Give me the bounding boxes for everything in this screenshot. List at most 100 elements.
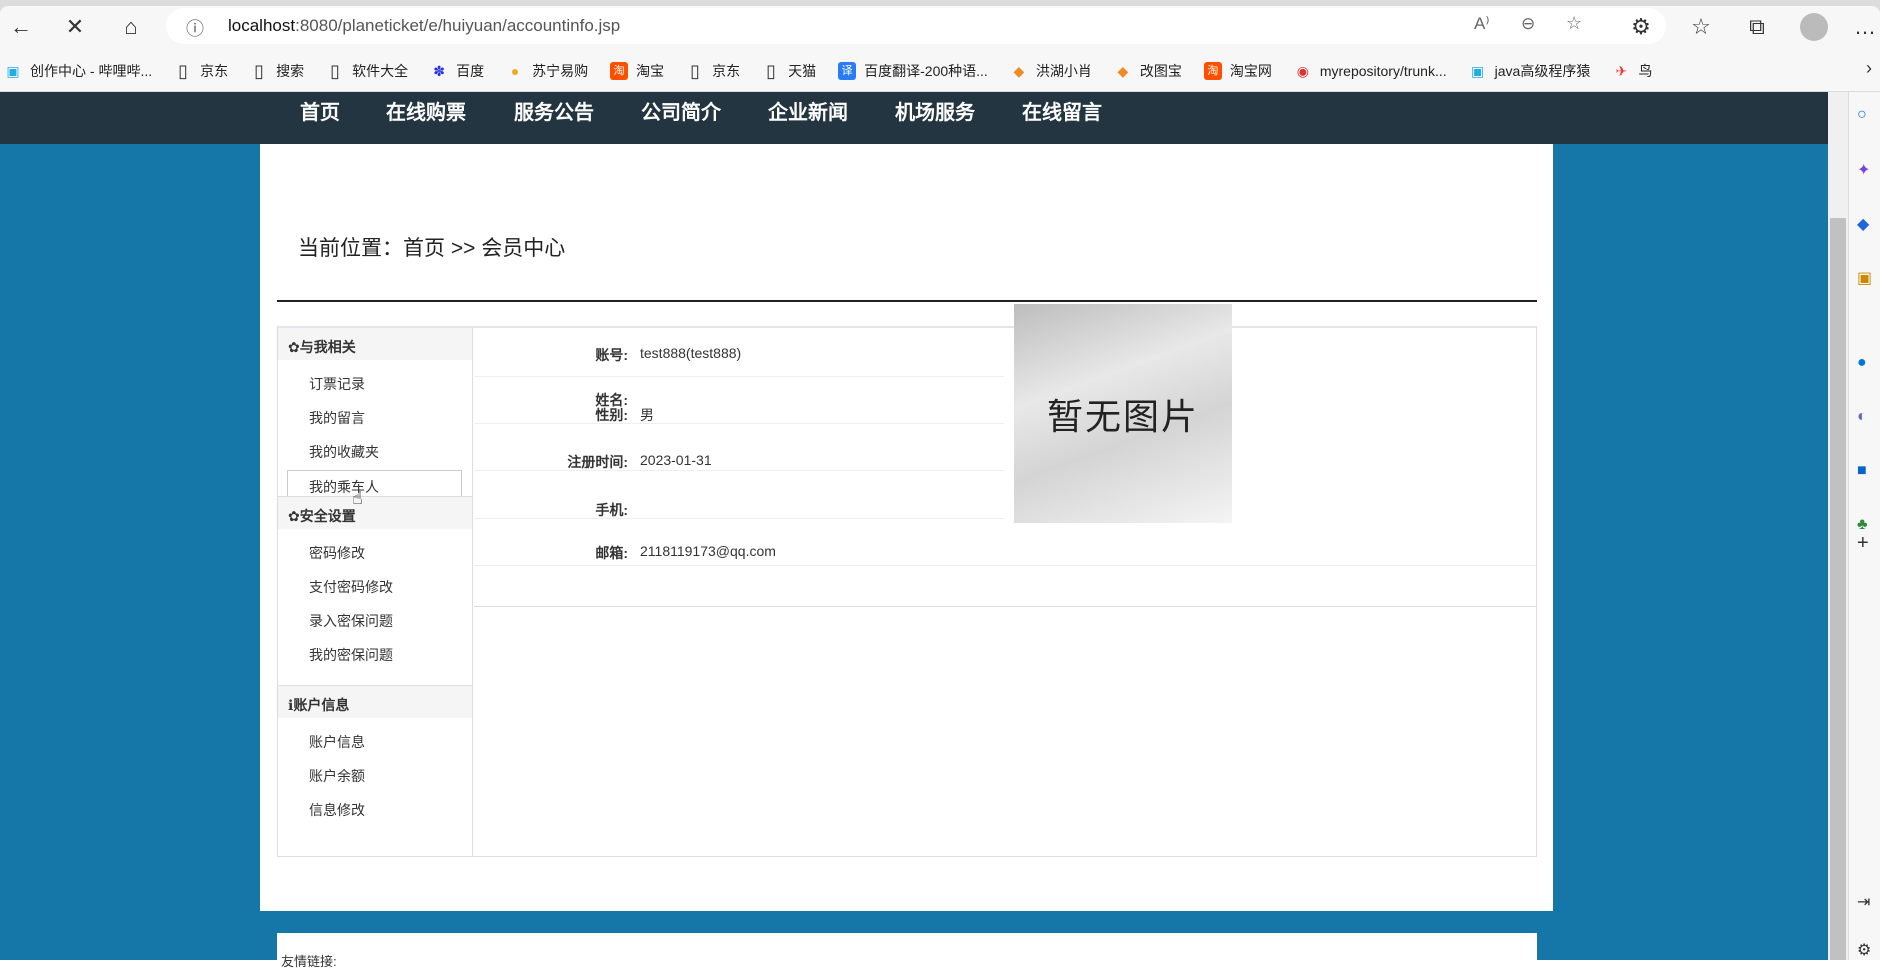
- bookmark-label: 京东: [712, 62, 741, 79]
- sidebar-item[interactable]: 密码修改: [309, 543, 365, 563]
- nav-item[interactable]: 在线留言: [1022, 96, 1102, 125]
- bookmark-item[interactable]: 淘淘宝: [610, 61, 664, 81]
- bookmark-item[interactable]: ▯ 软件大全: [326, 61, 408, 81]
- sidebar-item[interactable]: 录入密保问题: [309, 611, 393, 631]
- bookmark-item[interactable]: ▣ 创作中心 - 哔哩哔...: [4, 61, 152, 81]
- page-icon: ▯: [766, 60, 777, 81]
- bookmarks-bar: ▣ 创作中心 - 哔哩哔... ▯ 京东 ▯ 搜索 ▯ 软件大全 ✽ 百度 ● 苏宁易购 淘淘宝 ▯ 京东 ▯…: [0, 50, 1880, 92]
- sidebar-section-header: ✿安全设置: [278, 497, 472, 529]
- sidebar-item[interactable]: 我的留言: [309, 408, 365, 428]
- zoom-out-icon[interactable]: ⊖: [1521, 14, 1535, 34]
- bookmark-item[interactable]: ✽ 百度: [430, 61, 484, 81]
- bookmark-item[interactable]: ● 苏宁易购: [506, 61, 588, 81]
- add-favorite-icon[interactable]: ☆: [1566, 13, 1582, 34]
- sidebar-item[interactable]: 订票记录: [309, 374, 365, 394]
- bilibili-icon: ▣: [6, 62, 20, 79]
- bookmark-item[interactable]: ▯ 京东: [686, 61, 740, 81]
- row-divider: [474, 423, 1004, 424]
- bookmark-label: 鸟: [1638, 62, 1653, 79]
- settings-icon[interactable]: ⚙: [1857, 940, 1871, 960]
- bookmarks-overflow-icon[interactable]: ›: [1866, 58, 1872, 79]
- scrollbar-thumb[interactable]: [1830, 218, 1846, 960]
- tools-icon[interactable]: ▣: [1857, 268, 1872, 288]
- people-icon[interactable]: ●: [1857, 354, 1867, 372]
- bookmark-item[interactable]: ✈ 鸟: [1612, 61, 1652, 81]
- row-divider: [474, 518, 1004, 519]
- page-icon: ▯: [254, 60, 265, 81]
- tag-icon[interactable]: ◆: [1857, 214, 1869, 234]
- sidebar-item[interactable]: 我的收藏夹: [309, 442, 379, 462]
- sidebar-section-header: ✿与我相关: [278, 328, 472, 360]
- copilot-icon[interactable]: ✦: [1857, 160, 1870, 180]
- nav-item[interactable]: 机场服务: [895, 96, 975, 125]
- sidebar-item[interactable]: 我的密保问题: [309, 645, 393, 665]
- bookmark-label: 淘宝网: [1229, 62, 1272, 79]
- info-value: test888(test888): [640, 345, 742, 361]
- info-label: 账号:: [595, 347, 628, 363]
- more-icon[interactable]: …: [1850, 12, 1880, 42]
- profile-avatar[interactable]: [1800, 13, 1828, 41]
- bird-icon: ✈: [1615, 62, 1628, 79]
- sidebar-item[interactable]: 账户信息: [309, 732, 365, 752]
- nav-item[interactable]: 首页: [300, 96, 340, 125]
- bookmark-item[interactable]: ◆ 洪湖小肖: [1010, 61, 1092, 81]
- bookmark-item[interactable]: 译百度翻译-200种语...: [838, 61, 988, 81]
- office-icon[interactable]: ◐: [1857, 408, 1867, 426]
- bookmark-item[interactable]: ▯ 京东: [174, 61, 228, 81]
- info-label: 手机:: [595, 502, 628, 518]
- collections-icon[interactable]: ⧉: [1742, 12, 1772, 42]
- info-icon: ⓘ: [186, 19, 204, 39]
- site-icon: ◆: [1117, 62, 1129, 79]
- main-nav: 首页 在线购票 服务公告 公司简介 企业新闻 机场服务 在线留言: [0, 92, 1828, 144]
- search-icon[interactable]: ○: [1857, 106, 1867, 124]
- info-value: 男: [640, 407, 654, 423]
- bookmark-item[interactable]: ◉ myrepository/trunk...: [1294, 62, 1447, 80]
- edge-sidebar: ○ ✦ ◆ ▣ ● ◐ ■ ♣ + ⇥ ⚙: [1848, 92, 1880, 960]
- bookmark-label: 搜索: [276, 62, 305, 79]
- table-bottom-border: [474, 606, 1536, 607]
- url-text: localhost:8080/planeticket/e/huiyuan/acc…: [228, 16, 621, 35]
- sidebar-item[interactable]: 账户余额: [309, 766, 365, 786]
- bookmark-label: 苏宁易购: [532, 62, 589, 79]
- sidebar-item[interactable]: 我的乘车人: [287, 470, 462, 499]
- bookmark-item[interactable]: ▣ java高级程序猿: [1469, 61, 1590, 81]
- collapse-icon[interactable]: ⇥: [1857, 892, 1870, 912]
- row-divider: [474, 376, 1004, 377]
- extensions-icon[interactable]: ⚙: [1626, 12, 1656, 42]
- nav-item[interactable]: 服务公告: [514, 96, 594, 125]
- baidu-icon: ✽: [433, 62, 445, 79]
- bookmark-item[interactable]: 淘淘宝网: [1203, 61, 1272, 81]
- bookmark-label: 淘宝: [636, 62, 665, 79]
- row-divider: [474, 565, 1536, 566]
- outlook-icon[interactable]: ■: [1857, 462, 1867, 480]
- stop-icon[interactable]: ✕: [60, 12, 90, 42]
- nav-item[interactable]: 在线购票: [386, 96, 466, 125]
- bookmark-label: myrepository/trunk...: [1319, 62, 1447, 79]
- read-aloud-icon[interactable]: A⁾: [1474, 14, 1490, 34]
- sidebar-item[interactable]: 信息修改: [309, 800, 365, 820]
- row-divider: [474, 470, 1004, 471]
- bookmark-item[interactable]: ▯ 搜索: [250, 61, 304, 81]
- nav-item[interactable]: 公司简介: [641, 96, 721, 125]
- sidebar-section-header: ℹ账户信息: [278, 686, 472, 718]
- bookmark-label: 洪湖小肖: [1035, 62, 1092, 79]
- page-icon: ▯: [690, 60, 701, 81]
- bookmark-label: 创作中心 - 哔哩哔...: [30, 62, 153, 79]
- bookmark-item[interactable]: ▯ 天猫: [762, 61, 816, 81]
- favorites-icon[interactable]: ☆: [1686, 12, 1716, 42]
- info-label: 注册时间:: [567, 454, 628, 470]
- bookmark-label: 改图宝: [1139, 62, 1182, 79]
- translate-icon: 译: [838, 61, 857, 80]
- no-image-placeholder: 暂无图片: [1014, 304, 1232, 523]
- address-bar[interactable]: ⓘ localhost:8080/planeticket/e/huiyuan/a…: [166, 8, 1666, 44]
- home-icon[interactable]: ⌂: [116, 12, 146, 42]
- chrome-icon: ◉: [1296, 62, 1309, 79]
- plus-icon[interactable]: +: [1857, 532, 1869, 555]
- info-label: 性别:: [595, 407, 628, 423]
- nav-item[interactable]: 企业新闻: [768, 96, 848, 125]
- bilibili-icon: ▣: [1471, 62, 1485, 79]
- bookmark-item[interactable]: ◆ 改图宝: [1114, 61, 1182, 81]
- sidebar-item[interactable]: 支付密码修改: [309, 577, 393, 597]
- back-icon[interactable]: ←: [6, 12, 36, 42]
- bookmark-label: 京东: [200, 62, 229, 79]
